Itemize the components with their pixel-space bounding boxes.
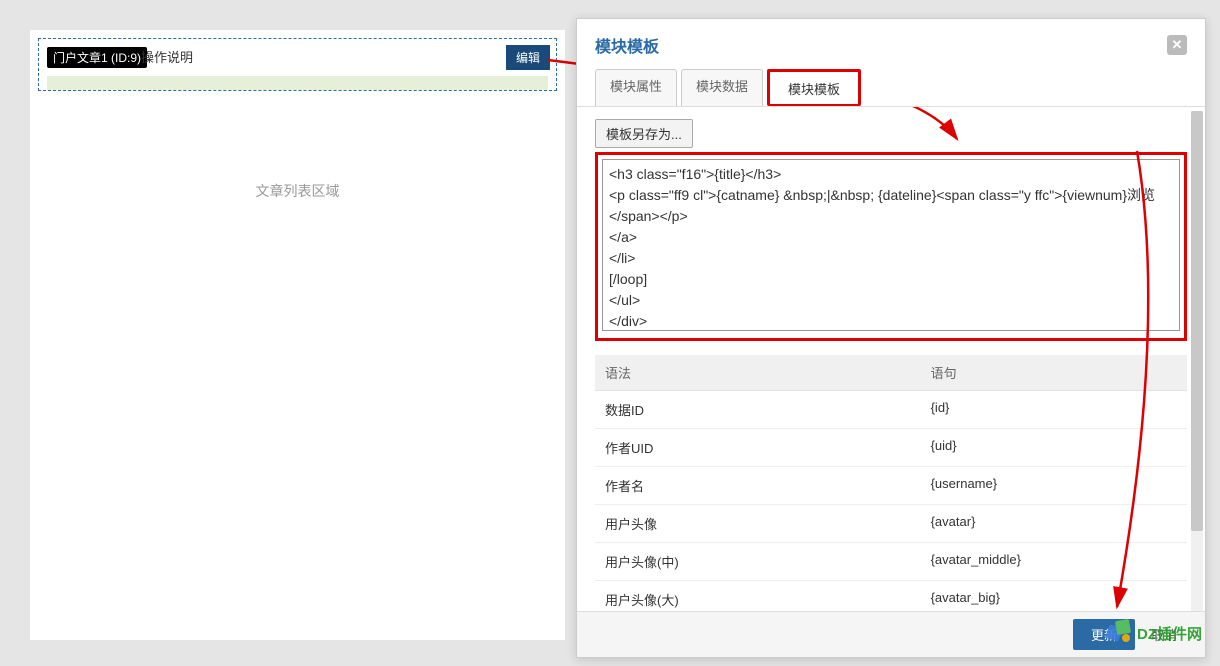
ref-header-statement: 语句 [921, 355, 1187, 390]
close-icon[interactable]: ✕ [1167, 35, 1187, 55]
tab-row: 模块属性 模块数据 模块模板 [577, 65, 1205, 107]
watermark-text: DZ插件网 [1137, 623, 1202, 644]
module-title-wrap: 门户文章1 (ID:9)操作说明 [47, 47, 193, 68]
tab-module-template[interactable]: 模块模板 [770, 73, 858, 104]
article-list-placeholder: 文章列表区域 [30, 181, 565, 201]
table-row: 作者UID {uid} [595, 429, 1187, 467]
template-textarea[interactable] [602, 159, 1180, 331]
module-template-modal: 模块模板 ✕ 模块属性 模块数据 模块模板 模板另存为... 语法 语句 数据I… [576, 18, 1206, 658]
ref-label: 用户头像 [595, 505, 921, 542]
ref-header-syntax: 语法 [595, 355, 921, 390]
reference-table-header: 语法 语句 [595, 355, 1187, 391]
ref-code: {avatar} [921, 505, 1187, 542]
ref-label: 作者UID [595, 429, 921, 466]
modal-header: 模块模板 ✕ [577, 19, 1205, 65]
ref-label: 用户头像(中) [595, 543, 921, 580]
module-id-tag: 门户文章1 (ID:9) [47, 47, 147, 68]
arrow-annotation-2 [807, 107, 987, 149]
tab-module-attr[interactable]: 模块属性 [595, 69, 677, 106]
module-header: 门户文章1 (ID:9)操作说明 编辑 [39, 39, 556, 76]
table-row: 用户头像(中) {avatar_middle} [595, 543, 1187, 581]
table-row: 数据ID {id} [595, 391, 1187, 429]
tab-highlight-box: 模块模板 [767, 69, 861, 106]
table-row: 用户头像 {avatar} [595, 505, 1187, 543]
ref-code: {id} [921, 391, 1187, 428]
table-row: 作者名 {username} [595, 467, 1187, 505]
template-save-as-button[interactable]: 模板另存为... [595, 119, 693, 148]
tab-module-data[interactable]: 模块数据 [681, 69, 763, 106]
reference-table-body: 数据ID {id} 作者UID {uid} 作者名 {username} 用户头… [595, 391, 1187, 619]
modal-scrollbar-thumb[interactable] [1191, 111, 1203, 531]
modal-title: 模块模板 [595, 33, 659, 57]
ref-label: 作者名 [595, 467, 921, 504]
ref-code: {uid} [921, 429, 1187, 466]
module-block: 门户文章1 (ID:9)操作说明 编辑 [38, 38, 557, 91]
left-panel: 门户文章1 (ID:9)操作说明 编辑 文章列表区域 [30, 30, 565, 640]
ref-label: 数据ID [595, 391, 921, 428]
ref-code: {username} [921, 467, 1187, 504]
modal-body: 模板另存为... 语法 语句 数据ID {id} 作者UID {uid} 作者名 [577, 107, 1205, 639]
edit-button[interactable]: 编辑 [506, 45, 550, 70]
template-textarea-highlight [595, 152, 1187, 341]
watermark: DZ插件网 [1107, 620, 1202, 646]
watermark-logo-icon [1107, 620, 1133, 646]
module-title-suffix: 操作说明 [141, 50, 193, 65]
module-strip [47, 76, 548, 90]
ref-code: {avatar_middle} [921, 543, 1187, 580]
